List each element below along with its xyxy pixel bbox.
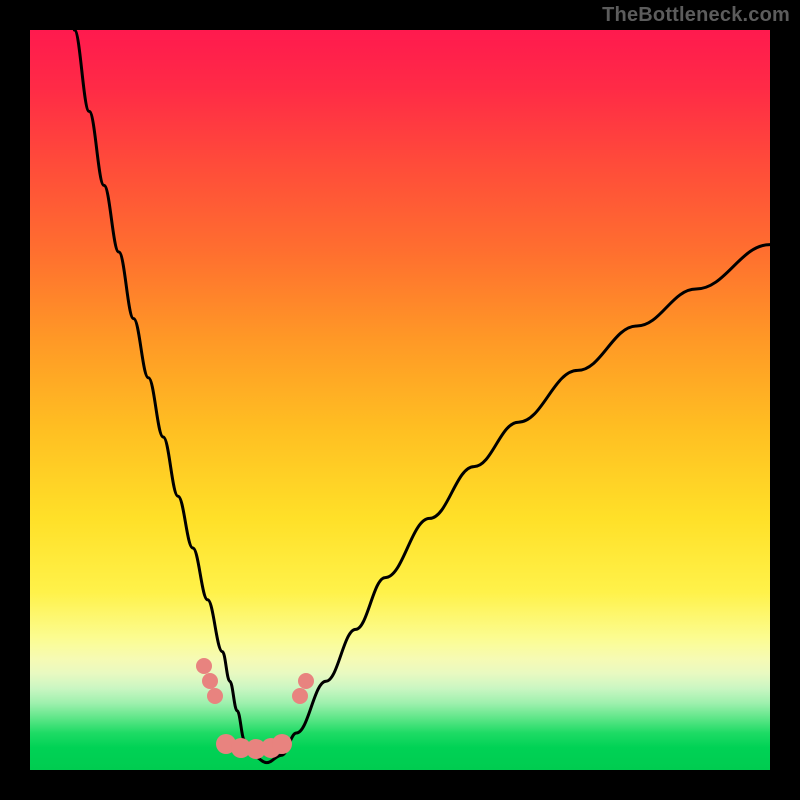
bottleneck-curve-path	[74, 30, 770, 763]
curve-svg	[30, 30, 770, 770]
curve-marker	[292, 688, 308, 704]
curve-marker	[202, 673, 218, 689]
curve-marker	[298, 673, 314, 689]
watermark-text: TheBottleneck.com	[602, 4, 790, 27]
plot-area	[30, 30, 770, 770]
curve-marker	[207, 688, 223, 704]
chart-frame: TheBottleneck.com	[0, 0, 800, 800]
curve-marker	[196, 658, 212, 674]
curve-marker	[272, 734, 292, 754]
